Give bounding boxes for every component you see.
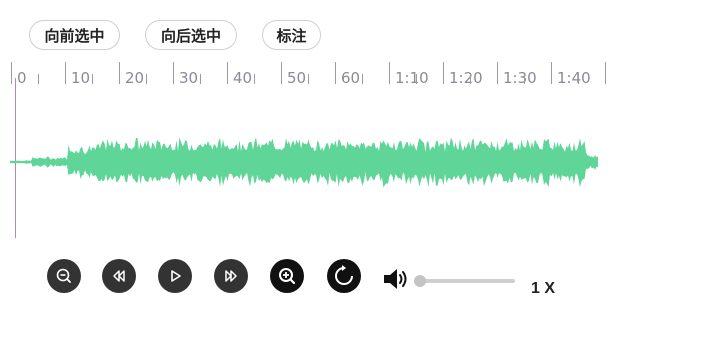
timeline-tick [146,74,147,84]
fast-forward-icon [225,270,237,282]
play-button[interactable] [158,259,192,293]
rewind-icon [113,270,125,282]
timeline-tick [497,62,498,84]
timeline-ruler[interactable]: 0 10 20 30 40 50 60 1:10 1:20 1:30 1:40 [0,60,640,90]
select-backward-button[interactable]: 向后选中 [145,20,237,50]
timeline-label: 1:40 [557,69,591,87]
play-icon [171,270,181,282]
fast-forward-button[interactable] [214,259,248,293]
volume-icon[interactable] [382,266,412,292]
annotate-button[interactable]: 标注 [262,20,321,50]
timeline-tick [605,62,606,84]
timeline-label: 10 [71,69,91,87]
timeline-label: 20 [125,69,145,87]
timeline-label: 40 [233,69,253,87]
waveform[interactable] [0,95,620,230]
volume-slider-track[interactable] [420,279,515,283]
timeline-tick [38,74,39,84]
refresh-button[interactable] [327,259,361,293]
timeline-tick [92,74,93,84]
refresh-icon [335,265,353,285]
zoom-out-icon [56,268,71,283]
timeline-label: 60 [341,69,361,87]
timeline-tick [362,74,363,84]
timeline-tick [227,62,228,84]
timeline-label: 50 [287,69,307,87]
timeline-label: 30 [179,69,199,87]
timeline-tick [200,74,201,84]
playback-speed[interactable]: 1 X [531,280,555,298]
timeline-tick [551,62,552,84]
timeline-label: 0 [17,69,27,87]
timeline-tick [524,74,525,84]
timeline-tick [11,62,12,84]
zoom-out-button[interactable] [47,259,81,293]
zoom-in-button[interactable] [270,259,304,293]
timeline-tick [281,62,282,84]
timeline-tick [470,74,471,84]
volume-slider-handle[interactable] [414,275,426,287]
timeline-tick [389,62,390,84]
timeline-tick [173,62,174,84]
timeline-tick [335,62,336,84]
rewind-button[interactable] [102,259,136,293]
timeline-tick [308,74,309,84]
timeline-tick [254,74,255,84]
waveform-shape [10,137,598,188]
timeline-label: 1:20 [449,69,483,87]
select-forward-button[interactable]: 向前选中 [29,20,120,50]
timeline-label: 1:10 [395,69,429,87]
timeline-tick [416,74,417,84]
timeline-tick [65,62,66,84]
timeline-label: 1:30 [503,69,537,87]
timeline-tick [443,62,444,84]
timeline-tick [119,62,120,84]
timeline-tick [578,74,579,84]
zoom-in-icon [279,268,296,285]
